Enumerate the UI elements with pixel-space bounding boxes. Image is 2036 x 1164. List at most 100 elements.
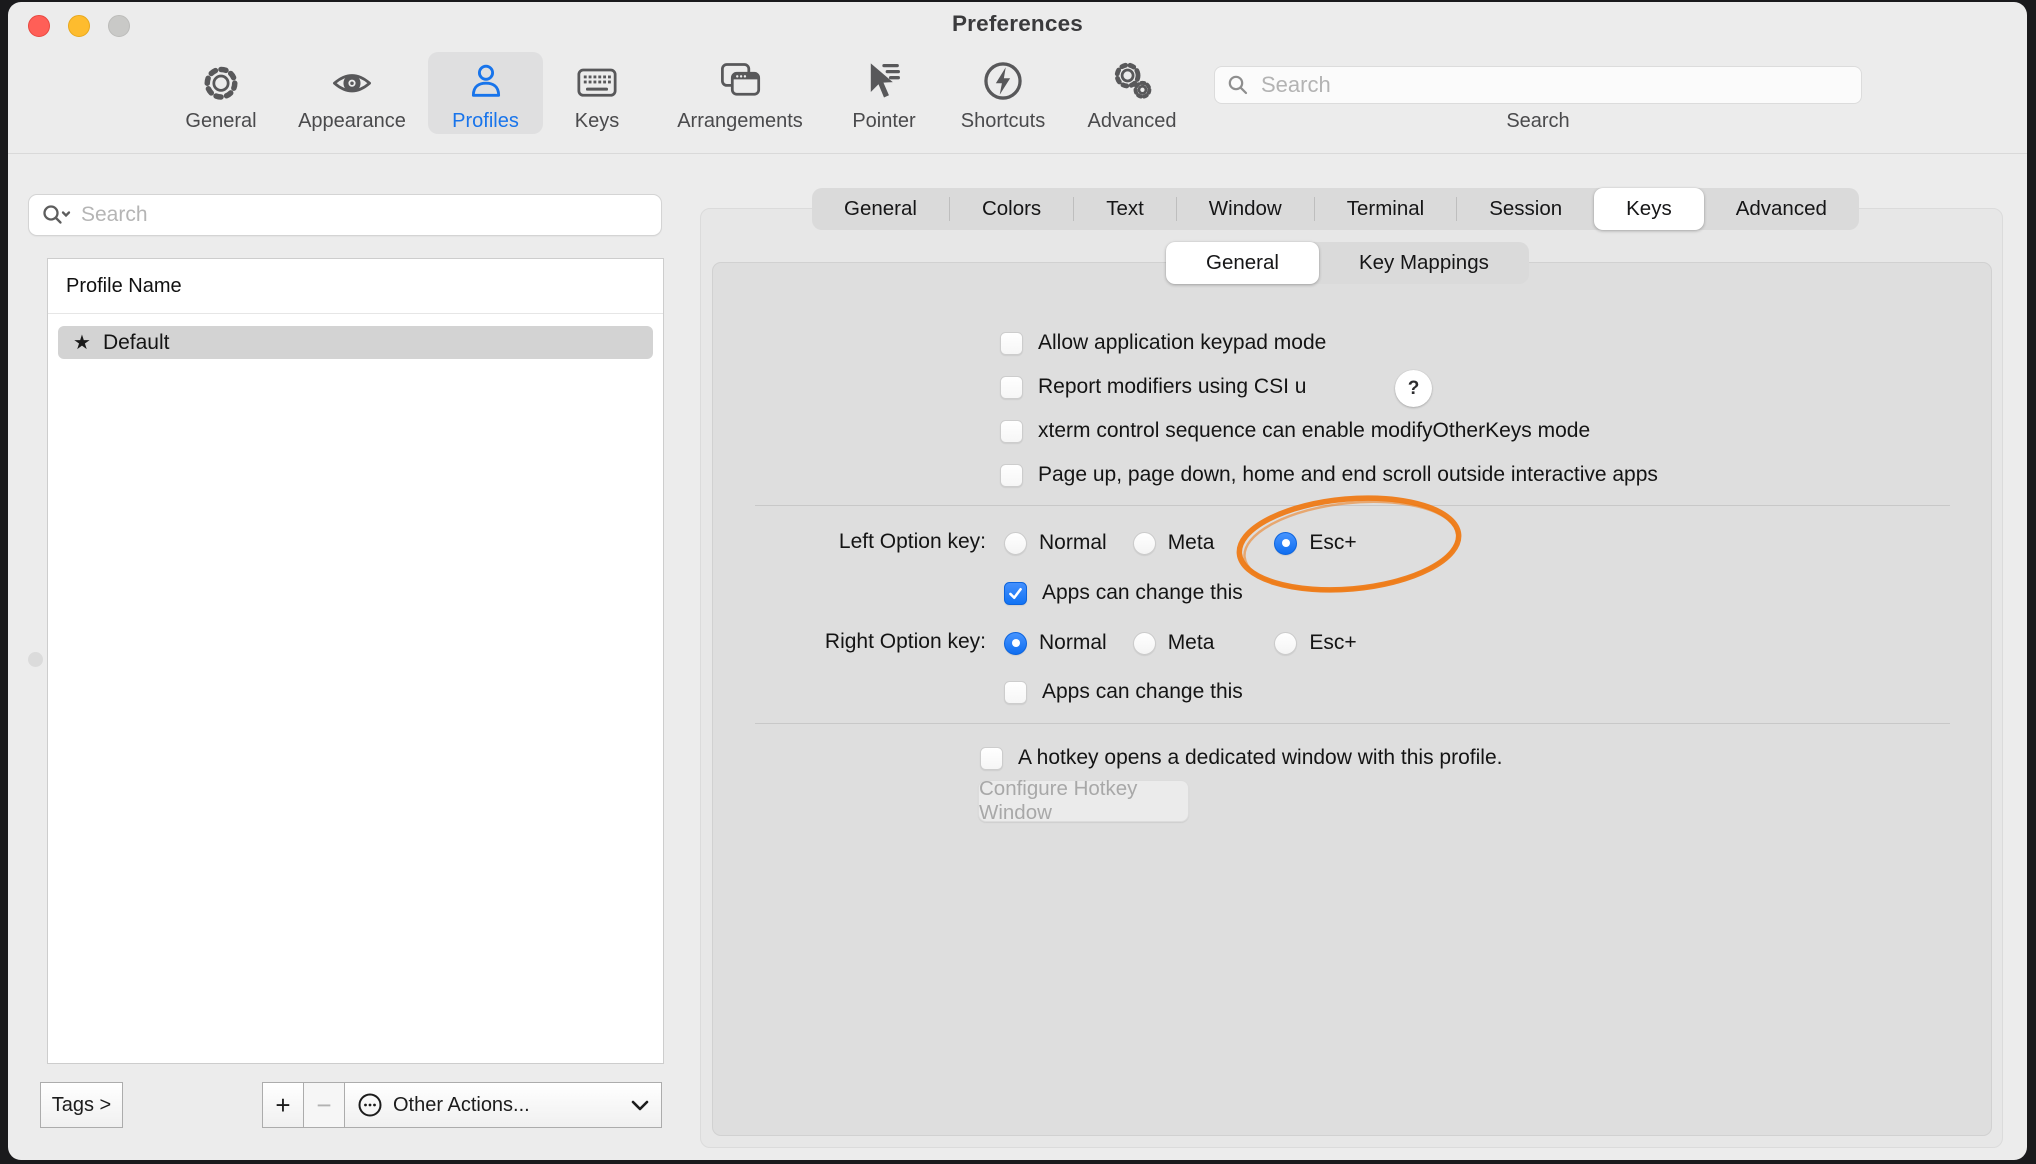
- tags-button-label: Tags >: [52, 1094, 111, 1117]
- radio-right-esc[interactable]: [1274, 632, 1297, 655]
- checkbox-modifyotherkeys[interactable]: [1000, 420, 1023, 443]
- left-option-radio-group: Normal Meta Esc+: [1004, 528, 1357, 558]
- radio-right-normal[interactable]: [1004, 632, 1027, 655]
- circle-ellipsis-icon: [357, 1092, 383, 1118]
- radio-label: Meta: [1168, 531, 1215, 555]
- toolbar-search-caption: Search: [1214, 110, 1862, 133]
- tab-terminal[interactable]: Terminal: [1315, 188, 1456, 230]
- tab-keys[interactable]: Keys: [1594, 188, 1704, 230]
- checkbox-row: A hotkey opens a dedicated window with t…: [980, 743, 1502, 773]
- remove-profile-button[interactable]: −: [303, 1082, 345, 1128]
- configure-hotkey-label: Configure Hotkey Window: [979, 777, 1188, 825]
- toolbar-search-field[interactable]: [1214, 66, 1862, 104]
- tab-window[interactable]: Window: [1177, 188, 1314, 230]
- subtab-key-mappings[interactable]: Key Mappings: [1319, 242, 1529, 284]
- toolbar-label: Pointer: [852, 110, 915, 134]
- profile-list: Profile Name ★ Default: [47, 258, 664, 1064]
- toolbar-label: Keys: [575, 110, 619, 134]
- checkbox-row: Page up, page down, home and end scroll …: [1000, 460, 1658, 490]
- profile-list-header: Profile Name: [48, 259, 663, 314]
- checkbox-allow-keypad[interactable]: [1000, 332, 1023, 355]
- toolbar-label: Arrangements: [677, 110, 803, 134]
- toolbar-item-keys[interactable]: Keys: [557, 52, 637, 134]
- tab-general[interactable]: General: [812, 188, 949, 230]
- checkbox-csi-u[interactable]: [1000, 376, 1023, 399]
- keys-subtab-bar: General Key Mappings: [1166, 242, 1529, 284]
- search-icon: [1227, 74, 1249, 96]
- radio-label: Meta: [1168, 631, 1215, 655]
- toolbar-label: Advanced: [1088, 110, 1177, 134]
- tab-colors[interactable]: Colors: [950, 188, 1073, 230]
- profile-row-default[interactable]: ★ Default: [58, 326, 653, 359]
- other-actions-label: Other Actions...: [393, 1094, 530, 1117]
- person-icon: [464, 55, 508, 103]
- checkbox-label: Report modifiers using CSI u: [1038, 375, 1306, 399]
- toolbar-divider: [8, 153, 2027, 154]
- profile-list-actions: + − Other Actions...: [262, 1082, 662, 1128]
- toolbar-label: Shortcuts: [961, 110, 1045, 134]
- toolbar-item-advanced[interactable]: Advanced: [1072, 52, 1192, 134]
- checkbox-left-apps-can-change[interactable]: [1004, 582, 1027, 605]
- search-icon: [41, 203, 71, 227]
- radio-label: Normal: [1039, 531, 1107, 555]
- eye-icon: [329, 55, 375, 103]
- gear-icon: [199, 55, 243, 103]
- splitter-handle-dot: [28, 652, 43, 667]
- configure-hotkey-window-button[interactable]: Configure Hotkey Window: [978, 780, 1189, 822]
- checkbox-label: A hotkey opens a dedicated window with t…: [1018, 746, 1502, 770]
- separator: [755, 505, 1950, 506]
- radio-label: Normal: [1039, 631, 1107, 655]
- toolbar-item-general[interactable]: General: [171, 52, 271, 134]
- toolbar-item-appearance[interactable]: Appearance: [287, 52, 417, 134]
- checkbox-label: Apps can change this: [1042, 581, 1243, 605]
- star-icon: ★: [73, 333, 91, 353]
- toolbar-item-pointer[interactable]: Pointer: [834, 52, 934, 134]
- tab-session[interactable]: Session: [1457, 188, 1594, 230]
- toolbar-item-shortcuts[interactable]: Shortcuts: [943, 52, 1063, 134]
- toolbar-search-input[interactable]: [1259, 71, 1849, 99]
- preferences-window: Preferences General Appearance Profiles …: [8, 2, 2027, 1160]
- toolbar-label: Appearance: [298, 110, 406, 134]
- checkbox-scroll-outside[interactable]: [1000, 464, 1023, 487]
- keys-subtab-panel: [712, 262, 1992, 1136]
- cursor-icon: [862, 55, 906, 103]
- profile-search-field[interactable]: [28, 194, 662, 236]
- toolbar-item-profiles[interactable]: Profiles: [428, 52, 543, 134]
- add-profile-button[interactable]: +: [262, 1082, 304, 1128]
- tags-button[interactable]: Tags >: [40, 1082, 123, 1128]
- toolbar-item-arrangements[interactable]: Arrangements: [660, 52, 820, 134]
- checkbox-label: Page up, page down, home and end scroll …: [1038, 463, 1658, 487]
- radio-label: Esc+: [1309, 531, 1356, 555]
- subtab-general[interactable]: General: [1166, 242, 1319, 284]
- question-mark-icon: ?: [1408, 378, 1420, 400]
- tab-text[interactable]: Text: [1074, 188, 1176, 230]
- minus-icon: −: [316, 1090, 331, 1121]
- double-gear-icon: [1108, 55, 1156, 103]
- checkbox-row: Apps can change this: [1004, 578, 1243, 608]
- checkbox-hotkey-window[interactable]: [980, 747, 1003, 770]
- toolbar-label: Profiles: [452, 110, 519, 134]
- toolbar-label: General: [185, 110, 256, 134]
- radio-right-meta[interactable]: [1133, 632, 1156, 655]
- separator: [755, 723, 1950, 724]
- stacked-windows-icon: [717, 55, 763, 103]
- checkbox-label: Apps can change this: [1042, 680, 1243, 704]
- plus-icon: +: [275, 1090, 290, 1121]
- profile-search-input[interactable]: [79, 202, 649, 228]
- radio-left-normal[interactable]: [1004, 532, 1027, 555]
- radio-left-meta[interactable]: [1133, 532, 1156, 555]
- tab-advanced[interactable]: Advanced: [1704, 188, 1859, 230]
- checkbox-row: Apps can change this: [1004, 677, 1243, 707]
- checkbox-label: xterm control sequence can enable modify…: [1038, 419, 1590, 443]
- help-button[interactable]: ?: [1395, 370, 1432, 407]
- other-actions-dropdown[interactable]: Other Actions...: [344, 1082, 662, 1128]
- checkbox-row: Allow application keypad mode: [1000, 328, 1326, 358]
- profile-tab-bar: General Colors Text Window Terminal Sess…: [812, 188, 1859, 230]
- checkbox-row: xterm control sequence can enable modify…: [1000, 416, 1590, 446]
- chevron-down-icon: [631, 1099, 649, 1111]
- bolt-circle-icon: [981, 55, 1025, 103]
- right-option-key-label: Right Option key:: [698, 630, 986, 654]
- radio-left-esc[interactable]: [1274, 532, 1297, 555]
- keyboard-icon: [574, 55, 620, 103]
- checkbox-right-apps-can-change[interactable]: [1004, 681, 1027, 704]
